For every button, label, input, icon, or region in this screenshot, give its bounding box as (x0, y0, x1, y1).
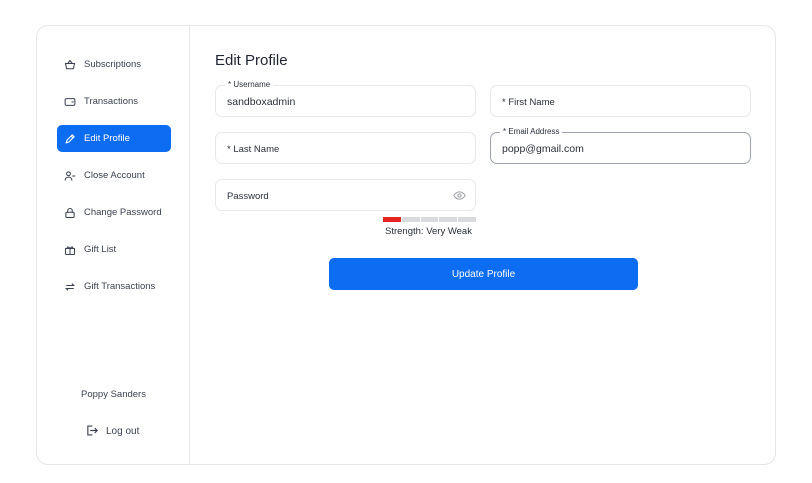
username-field[interactable]: * Username sandboxadmin (215, 80, 476, 117)
user-minus-icon (63, 169, 77, 183)
username-label: * Username (225, 80, 274, 89)
wallet-icon (63, 95, 77, 109)
strength-segment (383, 217, 401, 222)
sidebar-item-subscriptions[interactable]: Subscriptions (57, 51, 171, 78)
sidebar-item-change-password[interactable]: Change Password (57, 199, 171, 226)
password-strength-label: Strength: Very Weak (385, 226, 472, 237)
strength-segment (458, 217, 476, 222)
sidebar-item-label: Close Account (84, 170, 145, 181)
sidebar-item-gift-list[interactable]: Gift List (57, 236, 171, 263)
strength-segment (401, 217, 420, 222)
strength-segment (420, 217, 439, 222)
update-profile-button[interactable]: Update Profile (329, 258, 638, 290)
sidebar-item-transactions[interactable]: Transactions (57, 88, 171, 115)
pencil-icon (63, 132, 77, 146)
last-name-field[interactable]: * Last Name (215, 132, 476, 164)
logout-label: Log out (106, 425, 140, 437)
last-name-placeholder: * Last Name (227, 144, 280, 155)
eye-icon[interactable] (453, 190, 466, 201)
first-name-placeholder: * First Name (502, 97, 555, 108)
email-label: * Email Address (500, 127, 563, 136)
logout-button[interactable]: Log out (85, 424, 139, 438)
logout-icon (85, 424, 99, 438)
email-value: popp@gmail.com (502, 143, 584, 155)
sidebar: Subscriptions Transactions Edit Profile … (37, 26, 190, 464)
first-name-field[interactable]: * First Name (490, 85, 751, 117)
password-placeholder: Password (227, 191, 269, 202)
sidebar-item-close-account[interactable]: Close Account (57, 162, 171, 189)
profile-card: Subscriptions Transactions Edit Profile … (36, 25, 776, 465)
sidebar-item-label: Gift List (84, 244, 117, 255)
sidebar-item-label: Change Password (84, 207, 162, 218)
sidebar-item-edit-profile[interactable]: Edit Profile (57, 125, 171, 152)
sidebar-item-label: Gift Transactions (84, 281, 156, 292)
sidebar-item-label: Subscriptions (84, 59, 142, 70)
password-field[interactable]: Password (215, 179, 476, 211)
gift-icon (63, 243, 77, 257)
username-value: sandboxadmin (227, 96, 296, 108)
sidebar-item-label: Edit Profile (84, 133, 130, 144)
sidebar-item-label: Transactions (84, 96, 139, 107)
arrows-exchange-icon (63, 280, 77, 294)
password-strength-meter (383, 217, 476, 222)
page-title: Edit Profile (215, 52, 288, 69)
email-field[interactable]: * Email Address popp@gmail.com (490, 127, 751, 164)
user-name: Poppy Sanders (81, 389, 146, 400)
lock-icon (63, 206, 77, 220)
sidebar-item-gift-transactions[interactable]: Gift Transactions (57, 273, 171, 300)
basket-icon (63, 58, 77, 72)
strength-segment (439, 217, 458, 222)
